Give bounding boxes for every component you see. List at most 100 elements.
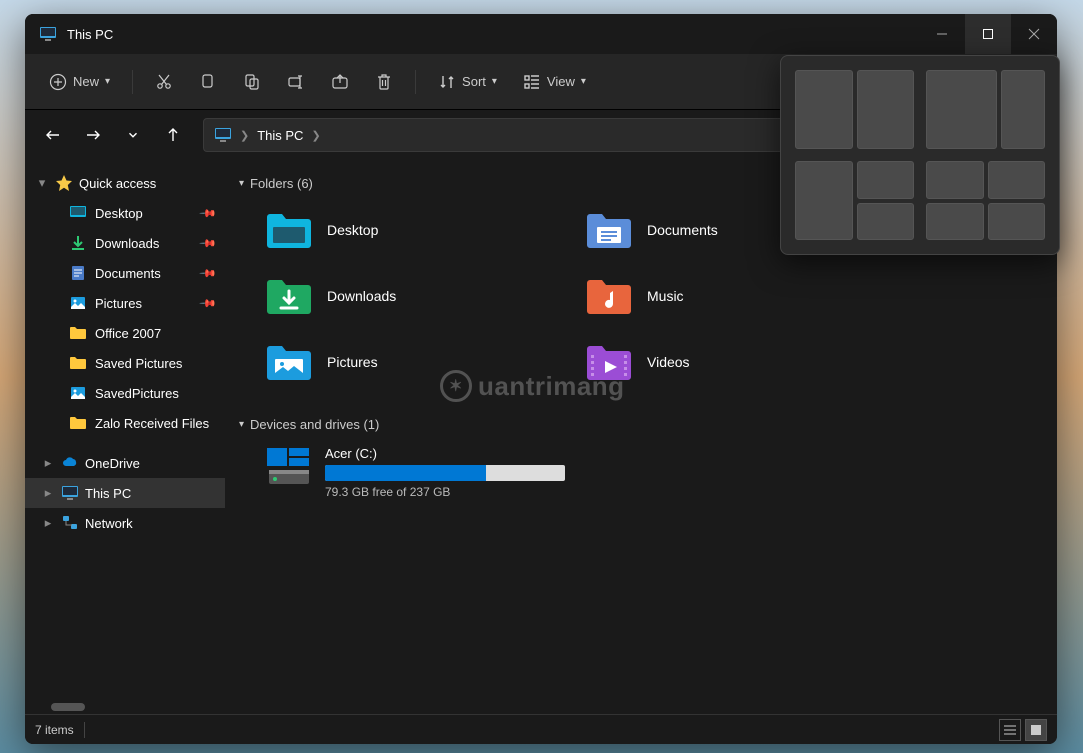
sidebar-item-downloads[interactable]: Downloads 📌 — [25, 228, 225, 258]
chevron-right-icon: ▸ — [41, 485, 55, 501]
desktop-folder-icon — [265, 209, 313, 251]
desktop-icon — [69, 204, 87, 222]
snap-zone[interactable] — [988, 161, 1046, 199]
this-pc-icon — [214, 126, 232, 144]
sidebar-item-zalo[interactable]: Zalo Received Files — [25, 408, 225, 438]
cut-button[interactable] — [145, 64, 183, 100]
sidebar-item-office[interactable]: Office 2007 — [25, 318, 225, 348]
this-pc-icon — [39, 26, 57, 42]
drives-group-header[interactable]: ▾ Devices and drives (1) — [239, 411, 1043, 440]
window-title: This PC — [67, 27, 113, 42]
snap-zone[interactable] — [857, 70, 915, 149]
sidebar-item-savedpictures[interactable]: SavedPictures — [25, 378, 225, 408]
chevron-down-icon: ▾ — [239, 419, 244, 430]
network-icon — [61, 514, 79, 532]
chevron-down-icon: ▾ — [105, 76, 110, 87]
new-button[interactable]: New ▾ — [39, 64, 120, 100]
sidebar: ▾ Quick access Desktop 📌 Downloads 📌 Doc… — [25, 160, 225, 714]
status-bar: 7 items — [25, 714, 1057, 744]
up-button[interactable] — [155, 117, 191, 153]
folder-music[interactable]: Music — [579, 265, 879, 327]
music-folder-icon — [585, 275, 633, 317]
paste-button[interactable] — [233, 64, 271, 100]
chevron-right-icon: ❯ — [240, 129, 249, 142]
details-view-button[interactable] — [999, 719, 1021, 741]
sidebar-this-pc[interactable]: ▸ This PC — [25, 478, 225, 508]
snap-zone[interactable] — [926, 203, 984, 241]
copy-icon — [199, 73, 217, 91]
snap-zone[interactable] — [857, 203, 915, 241]
snap-zone[interactable] — [795, 161, 853, 240]
back-button[interactable] — [35, 117, 71, 153]
view-button[interactable]: View ▾ — [513, 64, 596, 100]
snap-zone[interactable] — [988, 203, 1046, 241]
pictures-folder-icon — [265, 341, 313, 383]
maximize-button[interactable] — [965, 14, 1011, 54]
picture-icon — [69, 384, 87, 402]
drive-c[interactable]: Acer (C:) 79.3 GB free of 237 GB — [259, 440, 1043, 505]
sidebar-item-desktop[interactable]: Desktop 📌 — [25, 198, 225, 228]
folder-downloads[interactable]: Downloads — [259, 265, 559, 327]
sort-button[interactable]: Sort ▾ — [428, 64, 507, 100]
sidebar-onedrive[interactable]: ▸ OneDrive — [25, 448, 225, 478]
folder-videos[interactable]: Videos — [579, 331, 879, 393]
recent-button[interactable] — [115, 117, 151, 153]
snap-layout-twothirds — [926, 70, 1045, 149]
share-button[interactable] — [321, 64, 359, 100]
pin-icon: 📌 — [199, 294, 218, 313]
separator — [84, 722, 85, 738]
breadcrumb[interactable]: This PC — [257, 128, 303, 143]
folder-pictures[interactable]: Pictures — [259, 331, 559, 393]
chevron-right-icon: ▸ — [41, 515, 55, 531]
sidebar-item-documents[interactable]: Documents 📌 — [25, 258, 225, 288]
pin-icon: 📌 — [199, 204, 218, 223]
folder-icon — [69, 324, 87, 342]
scrollbar[interactable] — [51, 703, 85, 711]
chevron-right-icon: ❯ — [311, 129, 320, 142]
paste-icon — [243, 73, 261, 91]
drive-free-text: 79.3 GB free of 237 GB — [325, 485, 565, 499]
close-button[interactable] — [1011, 14, 1057, 54]
this-pc-icon — [61, 484, 79, 502]
drive-used — [325, 465, 486, 481]
chevron-down-icon: ▾ — [239, 178, 244, 189]
snap-zone[interactable] — [926, 70, 997, 149]
snap-layout-half — [795, 70, 914, 149]
sidebar-network[interactable]: ▸ Network — [25, 508, 225, 538]
videos-folder-icon — [585, 341, 633, 383]
drive-capacity-bar — [325, 465, 565, 481]
minimize-button[interactable] — [919, 14, 965, 54]
scissors-icon — [155, 73, 173, 91]
pin-icon: 📌 — [199, 234, 218, 253]
large-icons-view-button[interactable] — [1025, 719, 1047, 741]
snap-zone[interactable] — [795, 70, 853, 149]
snap-zone[interactable] — [926, 161, 984, 199]
document-icon — [69, 264, 87, 282]
chevron-right-icon: ▸ — [41, 455, 55, 471]
drive-name: Acer (C:) — [325, 446, 565, 461]
window-controls — [919, 14, 1057, 54]
sidebar-item-pictures[interactable]: Pictures 📌 — [25, 288, 225, 318]
share-icon — [331, 73, 349, 91]
downloads-folder-icon — [265, 275, 313, 317]
folder-desktop[interactable]: Desktop — [259, 199, 559, 261]
plus-circle-icon — [49, 73, 67, 91]
sort-icon — [438, 73, 456, 91]
onedrive-icon — [61, 454, 79, 472]
snap-zone[interactable] — [1001, 70, 1045, 149]
item-count: 7 items — [35, 723, 74, 737]
titlebar: This PC — [25, 14, 1057, 54]
snap-layout-quarters — [926, 161, 1045, 240]
sidebar-quick-access[interactable]: ▾ Quick access — [25, 168, 225, 198]
sidebar-item-saved-pictures[interactable]: Saved Pictures — [25, 348, 225, 378]
picture-icon — [69, 294, 87, 312]
view-icon — [523, 73, 541, 91]
delete-button[interactable] — [365, 64, 403, 100]
snap-layouts-popup — [780, 55, 1060, 255]
folder-icon — [69, 414, 87, 432]
forward-button[interactable] — [75, 117, 111, 153]
rename-button[interactable] — [277, 64, 315, 100]
snap-zone[interactable] — [857, 161, 915, 199]
copy-button[interactable] — [189, 64, 227, 100]
drive-icon — [265, 446, 313, 488]
